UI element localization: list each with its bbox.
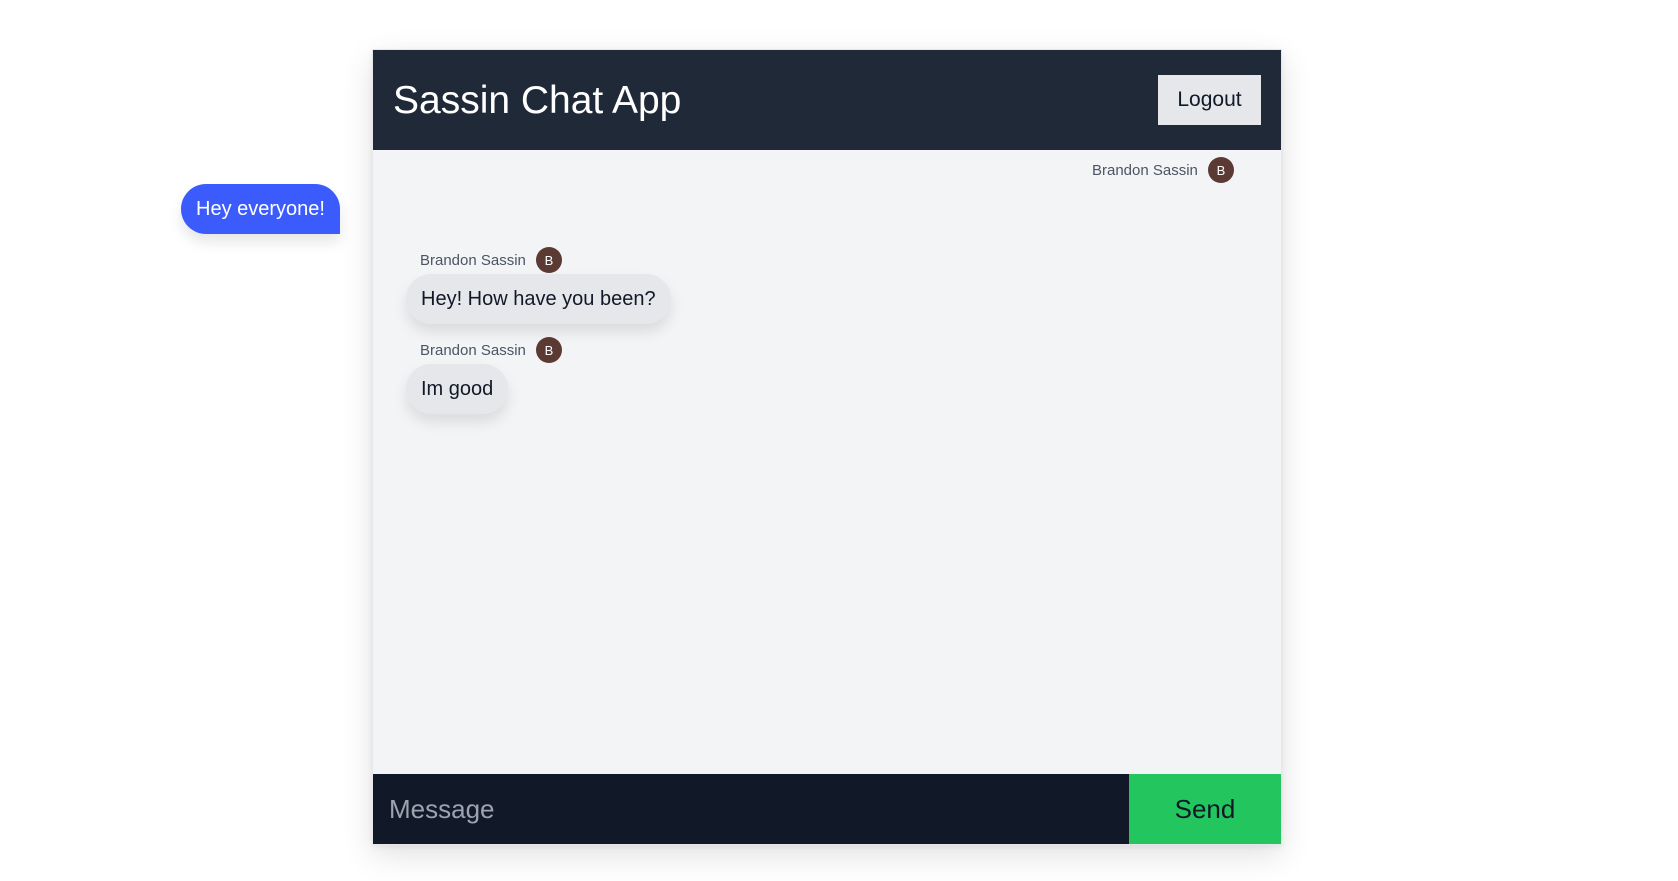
message-bubble: Im good: [406, 364, 509, 414]
message-meta: Brandon Sassin B: [1092, 157, 1234, 183]
send-button[interactable]: Send: [1129, 774, 1281, 844]
sender-name: Brandon Sassin: [420, 341, 526, 359]
chat-app-window: Sassin Chat App Logout Brandon Sassin B …: [181, 49, 1282, 845]
app-title: Sassin Chat App: [393, 79, 682, 122]
sender-name: Brandon Sassin: [1092, 161, 1198, 179]
message-input[interactable]: [373, 774, 1129, 844]
logout-button[interactable]: Logout: [1158, 75, 1261, 125]
message-meta: Brandon Sassin B: [420, 247, 562, 273]
message-bubble: Hey! How have you been?: [406, 274, 671, 324]
app-header: Sassin Chat App Logout: [373, 50, 1281, 150]
message-meta: Brandon Sassin B: [420, 337, 562, 363]
message-list: Brandon Sassin B Hey everyone! Brandon S…: [181, 150, 1281, 776]
message-composer: Send: [373, 774, 1281, 844]
avatar: B: [1207, 157, 1234, 183]
sender-name: Brandon Sassin: [420, 251, 526, 269]
avatar: B: [535, 247, 562, 273]
message-bubble: Hey everyone!: [181, 184, 340, 234]
avatar: B: [535, 337, 562, 363]
